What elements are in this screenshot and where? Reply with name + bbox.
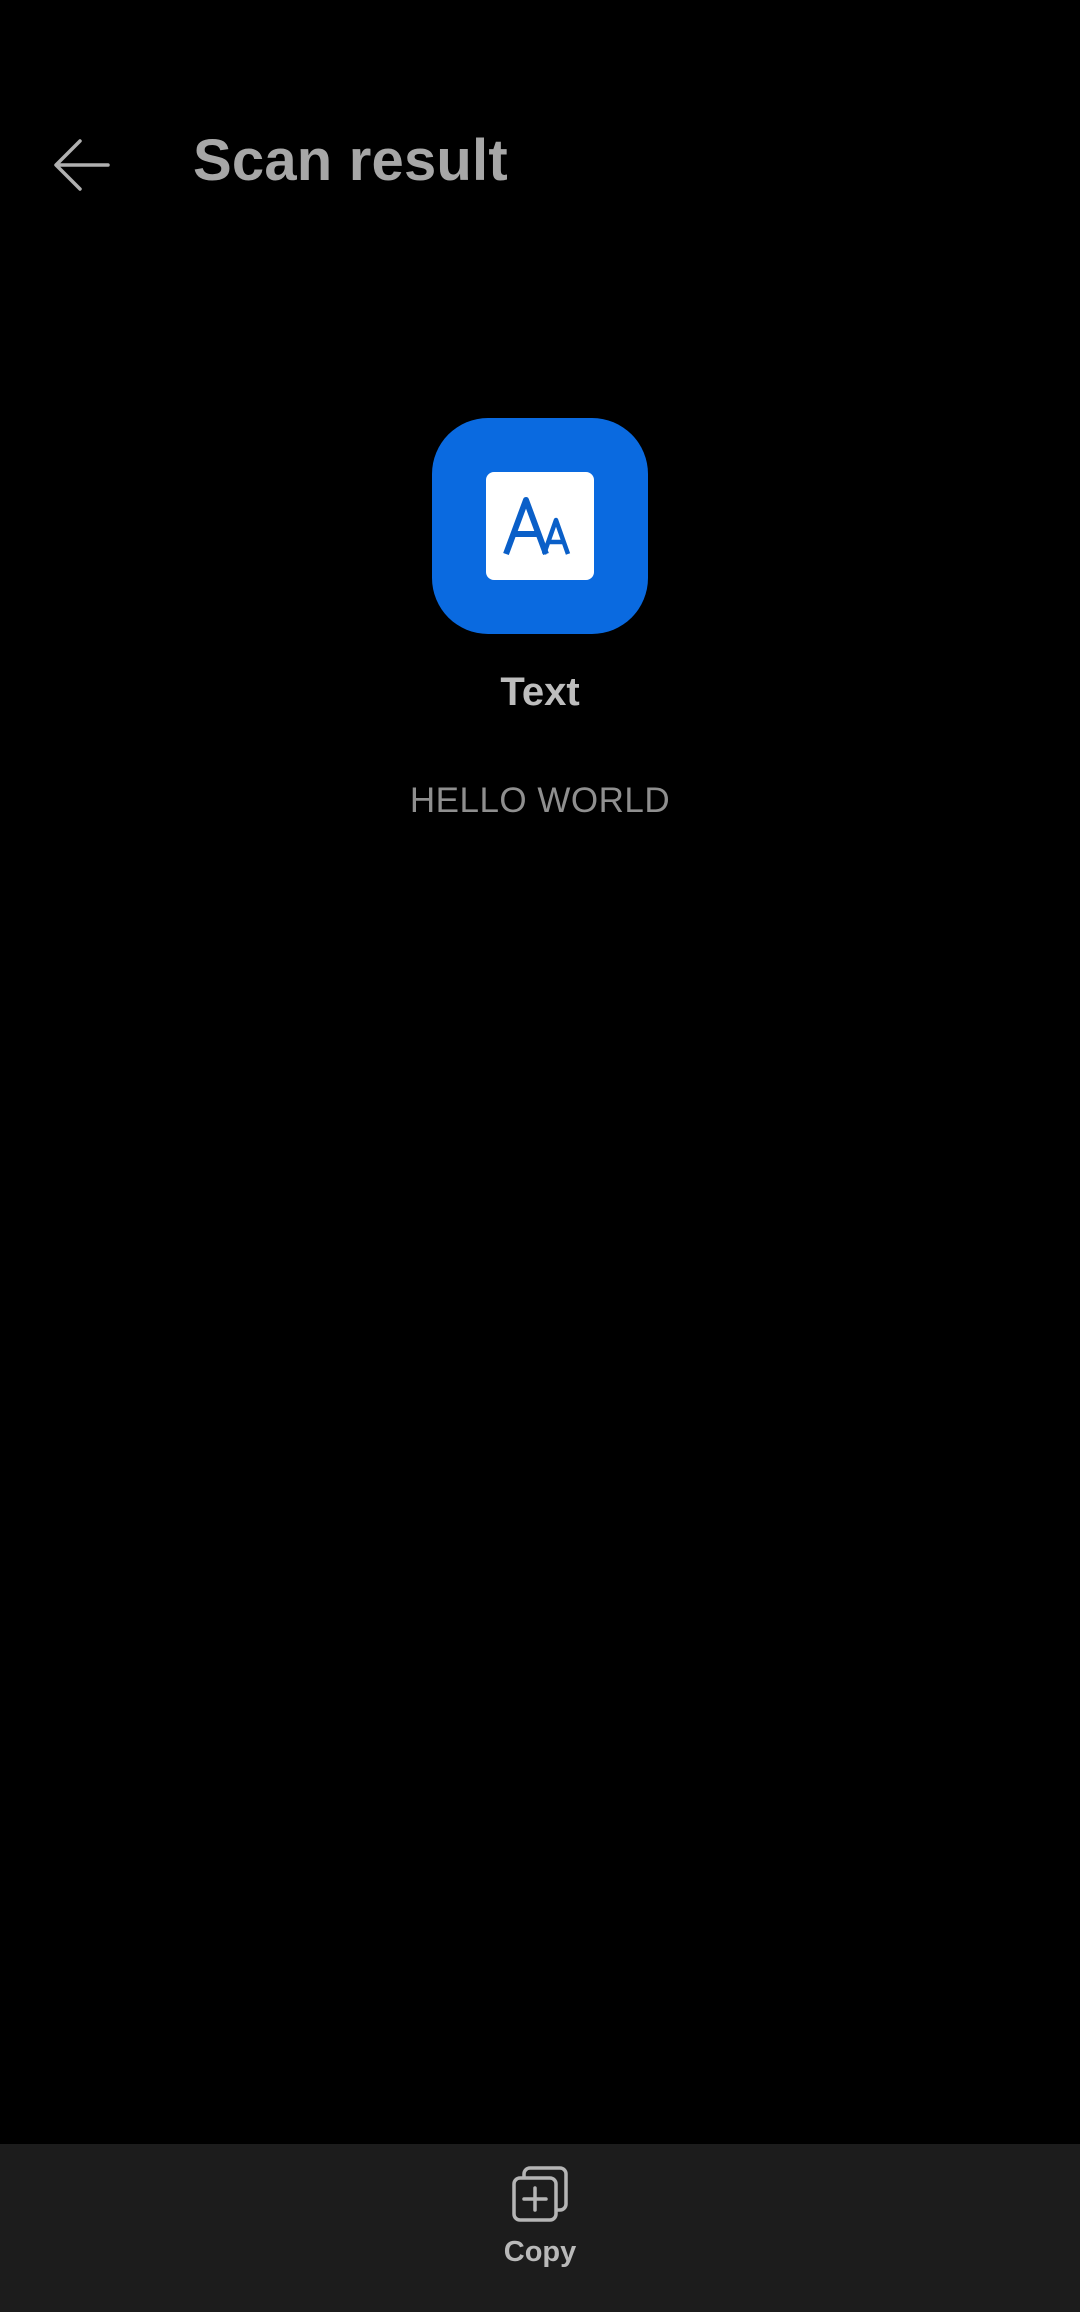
page-title: Scan result xyxy=(193,128,508,193)
copy-button[interactable]: Copy xyxy=(470,2164,610,2304)
back-button[interactable] xyxy=(52,120,164,210)
bottom-action-bar: Copy xyxy=(0,2144,1080,2312)
app-bar: Scan result xyxy=(0,100,1080,230)
text-format-icon-glyph xyxy=(486,472,594,580)
arrow-left-icon xyxy=(54,139,110,191)
copy-icon xyxy=(512,2166,568,2222)
copy-label: Copy xyxy=(503,2236,577,2268)
result-type-label: Text xyxy=(500,670,580,714)
scanned-text: HELLO WORLD xyxy=(409,781,671,820)
text-format-icon xyxy=(432,418,648,634)
scan-result-panel: Text HELLO WORLD xyxy=(0,418,1080,822)
